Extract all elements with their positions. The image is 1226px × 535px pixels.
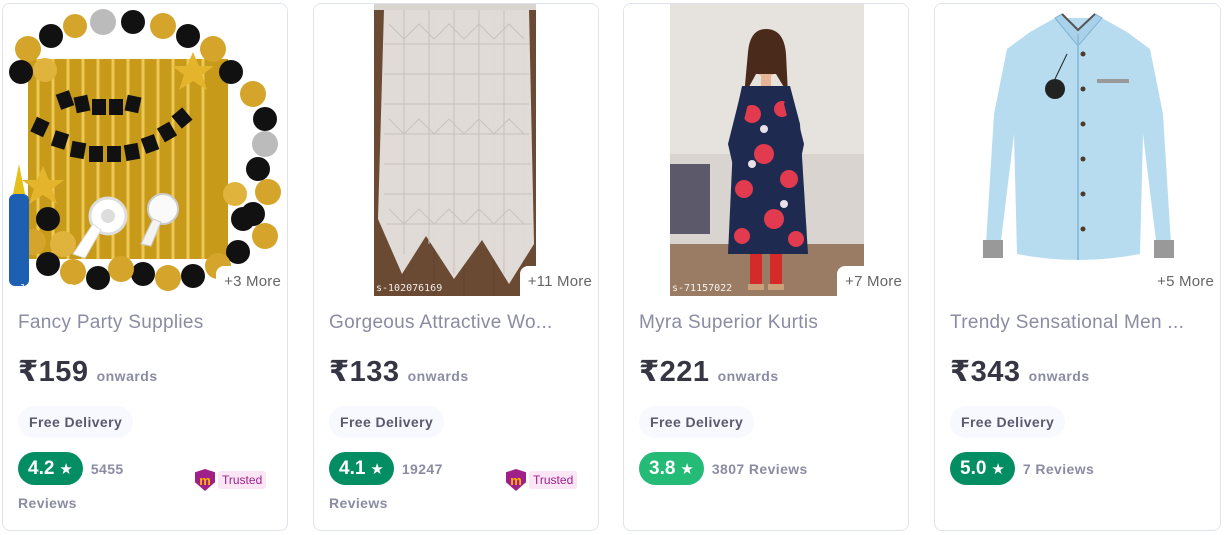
product-card[interactable]: s-159684483 +3 More Fancy Party Supplies… <box>2 3 288 531</box>
free-delivery-badge: Free Delivery <box>639 406 755 438</box>
rating-row: 5.0 ★ 7 Reviews <box>950 452 1094 485</box>
free-delivery-badge: Free Delivery <box>950 406 1066 438</box>
product-card[interactable]: s-102076169 +11 More Gorgeous Attractive… <box>313 3 599 531</box>
reviews-count: 5455 <box>90 460 124 477</box>
sku-label: s-71157022 <box>672 283 733 294</box>
sku-label: s-159684483 <box>8 283 75 294</box>
kurti-model-image <box>624 4 908 296</box>
star-icon: ★ <box>680 460 694 478</box>
product-price: ₹221 <box>639 356 710 388</box>
rating-badge: 3.8 ★ <box>639 452 704 485</box>
reviews-label: Reviews <box>329 495 388 511</box>
price-row: ₹221 onwards <box>639 354 779 389</box>
rating-badge: 5.0 ★ <box>950 452 1015 485</box>
rating-row: 4.1 ★ 19247 <box>329 452 443 485</box>
more-variants-badge[interactable]: +3 More <box>216 266 287 296</box>
product-price: ₹133 <box>329 356 400 388</box>
product-title[interactable]: Trendy Sensational Men ... <box>950 312 1205 334</box>
trusted-label: Trusted <box>529 471 578 489</box>
birthday-decoration-image <box>3 4 287 296</box>
rating-badge: 4.2 ★ <box>18 452 83 485</box>
sku-label: s-369760161 <box>971 283 1038 294</box>
blue-shirt-image <box>935 4 1220 296</box>
trusted-badge: m Trusted <box>506 469 578 491</box>
reviews-count: 7 Reviews <box>1022 460 1095 477</box>
meesho-trusted-icon: m <box>506 469 526 491</box>
star-icon: ★ <box>370 460 384 478</box>
star-icon: ★ <box>991 460 1005 478</box>
price-onwards-label: onwards <box>1028 368 1090 384</box>
price-row: ₹133 onwards <box>329 354 469 389</box>
reviews-count: 3807 Reviews <box>711 460 808 477</box>
more-variants-badge[interactable]: +7 More <box>837 266 908 296</box>
star-icon: ★ <box>59 460 73 478</box>
product-grid: s-159684483 +3 More Fancy Party Supplies… <box>0 0 1226 535</box>
price-row: ₹159 onwards <box>18 354 158 389</box>
rating-badge: 4.1 ★ <box>329 452 394 485</box>
reviews-count: 19247 <box>401 460 443 477</box>
product-title[interactable]: Gorgeous Attractive Wo... <box>329 312 584 334</box>
reviews-label: Reviews <box>18 495 77 511</box>
dupatta-image <box>314 4 598 296</box>
price-onwards-label: onwards <box>407 368 469 384</box>
product-image[interactable]: s-159684483 +3 More <box>3 4 287 296</box>
rating-row: 4.2 ★ 5455 <box>18 452 124 485</box>
price-onwards-label: onwards <box>717 368 779 384</box>
meesho-trusted-icon: m <box>195 469 215 491</box>
product-price: ₹343 <box>950 356 1021 388</box>
rating-row: 3.8 ★ 3807 Reviews <box>639 452 808 485</box>
price-onwards-label: onwards <box>96 368 158 384</box>
free-delivery-badge: Free Delivery <box>18 406 134 438</box>
rating-value: 4.1 <box>339 457 366 479</box>
trusted-badge: m Trusted <box>195 469 267 491</box>
more-variants-badge[interactable]: +11 More <box>519 266 598 296</box>
product-price: ₹159 <box>18 356 89 388</box>
price-row: ₹343 onwards <box>950 354 1090 389</box>
product-image[interactable]: s-369760161 +5 More <box>935 4 1220 296</box>
product-card[interactable]: s-71157022 +7 More Myra Superior Kurtis … <box>623 3 909 531</box>
rating-value: 5.0 <box>960 457 987 479</box>
rating-value: 4.2 <box>28 457 55 479</box>
free-delivery-badge: Free Delivery <box>329 406 445 438</box>
product-card[interactable]: s-369760161 +5 More Trendy Sensational M… <box>934 3 1221 531</box>
product-image[interactable]: s-71157022 +7 More <box>624 4 908 296</box>
trusted-label: Trusted <box>218 471 267 489</box>
product-image[interactable]: s-102076169 +11 More <box>314 4 598 296</box>
more-variants-badge[interactable]: +5 More <box>1149 266 1220 296</box>
rating-value: 3.8 <box>649 457 676 479</box>
product-title[interactable]: Fancy Party Supplies <box>18 312 273 334</box>
product-title[interactable]: Myra Superior Kurtis <box>639 312 894 334</box>
sku-label: s-102076169 <box>376 283 443 294</box>
